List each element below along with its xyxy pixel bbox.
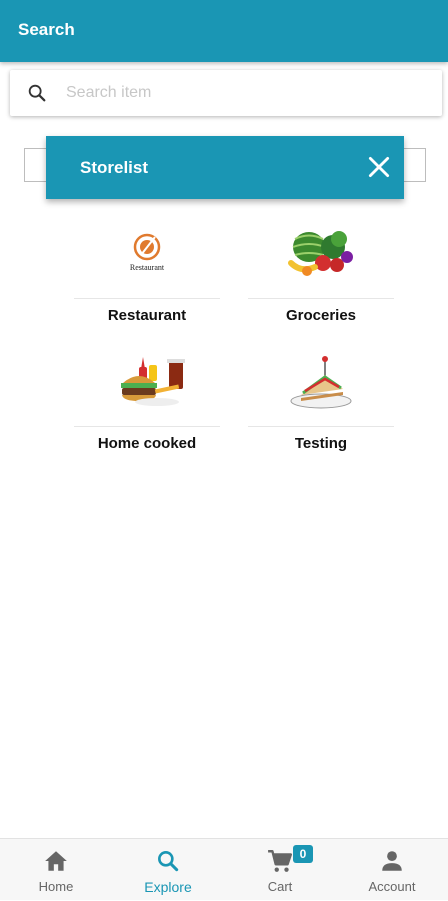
cart-count-badge: 0 [293,845,313,863]
store-label: Testing [294,435,348,452]
nav-explore-label: Explore [144,879,192,895]
storelist-dialog-header: Storelist [46,136,404,199]
divider [248,426,394,427]
store-label: Restaurant [107,307,187,324]
sandwich-image [290,356,352,409]
app-bar: Search [0,0,448,62]
search-bar[interactable] [10,70,442,116]
search-icon [28,84,46,102]
groceries-image [288,231,353,276]
cart-icon [268,850,293,872]
nav-account[interactable]: Account [336,839,448,901]
search-icon [158,851,179,872]
store-label: Groceries [285,307,357,324]
nav-home[interactable]: Home [0,839,112,901]
divider [74,298,220,299]
store-label: Home cooked [97,435,197,452]
store-item-restaurant[interactable]: Restaurant Restaurant [74,227,220,345]
nav-cart-label: Cart [267,879,293,894]
bottom-navigation: Home Explore 0 Cart Account [0,838,448,900]
nav-home-label: Home [38,879,74,894]
nav-account-label: Account [368,879,416,894]
app-bar-title: Search [18,20,75,39]
restaurant-logo-image: Restaurant [130,233,165,272]
nav-explore[interactable]: Explore [112,839,224,901]
store-item-home-cooked[interactable]: Home cooked [74,355,220,473]
close-icon[interactable] [366,154,392,180]
divider [248,298,394,299]
divider [74,426,220,427]
home-cooked-image [121,357,185,406]
account-icon [382,851,402,871]
dialog-title: Storelist [80,158,149,177]
nav-cart[interactable]: 0 Cart [224,839,336,901]
store-item-testing[interactable]: Testing [248,355,394,473]
home-icon [45,851,67,871]
store-item-groceries[interactable]: Groceries [248,227,394,345]
restaurant-logo-text: Restaurant [130,263,165,272]
search-input[interactable] [66,70,426,116]
